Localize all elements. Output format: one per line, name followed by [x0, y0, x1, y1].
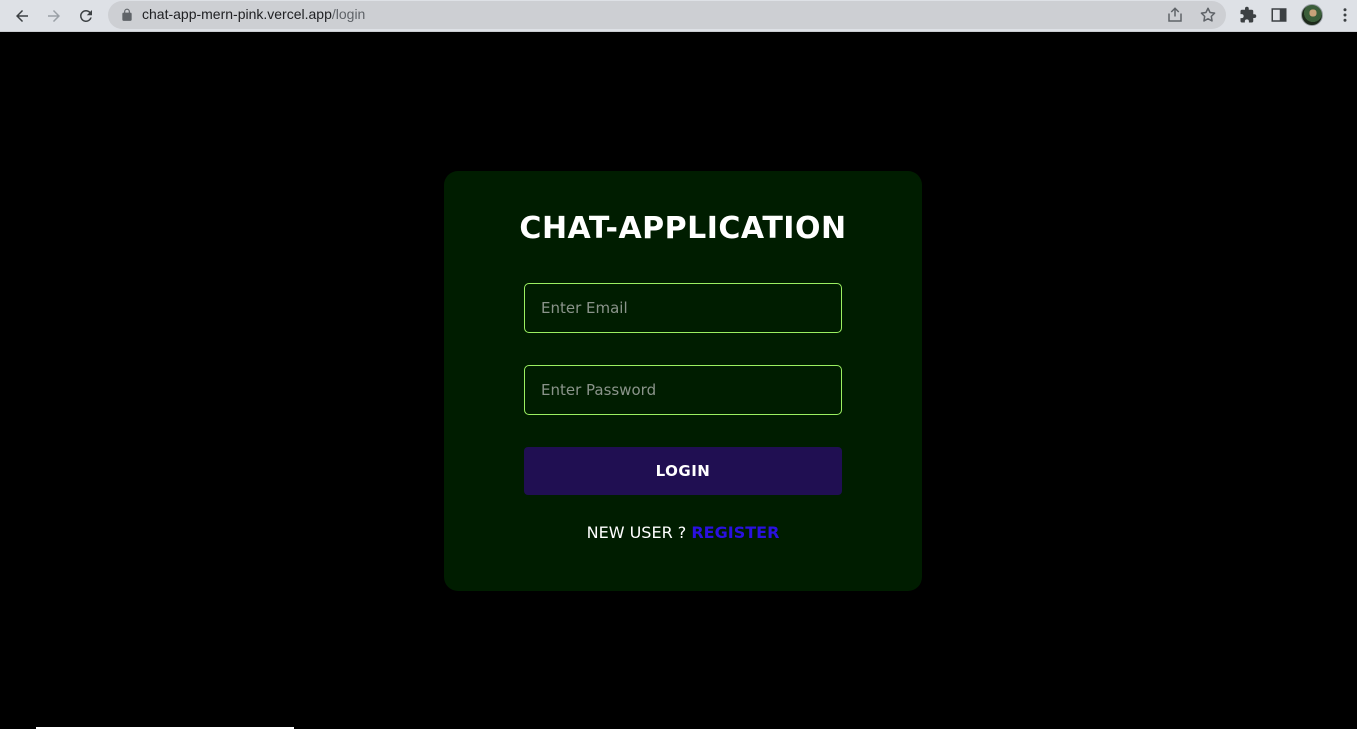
- share-icon[interactable]: [1166, 6, 1184, 24]
- reload-button[interactable]: [74, 4, 98, 28]
- back-button[interactable]: [10, 4, 34, 28]
- profile-avatar[interactable]: [1301, 4, 1323, 26]
- address-bar[interactable]: chat-app-mern-pink.vercel.app/login: [108, 1, 1226, 29]
- url-path: /login: [331, 6, 366, 22]
- side-panel-icon: [1271, 8, 1287, 22]
- extensions-button[interactable]: [1238, 5, 1258, 25]
- side-panel-button[interactable]: [1269, 5, 1289, 25]
- more-vert-icon: [1343, 8, 1347, 22]
- puzzle-icon: [1240, 6, 1257, 23]
- register-prompt: NEW USER ? REGISTER: [444, 523, 922, 542]
- browser-toolbar: chat-app-mern-pink.vercel.app/login: [0, 0, 1357, 32]
- forward-button[interactable]: [42, 4, 66, 28]
- email-input[interactable]: [524, 283, 842, 333]
- browser-menu-button[interactable]: [1335, 5, 1355, 25]
- new-user-text: NEW USER ?: [586, 523, 687, 542]
- register-link[interactable]: REGISTER: [691, 523, 779, 542]
- login-page: CHAT-APPLICATION LOGIN NEW USER ? REGIST…: [0, 33, 1357, 729]
- app-title: CHAT-APPLICATION: [519, 211, 847, 246]
- url-text: chat-app-mern-pink.vercel.app/login: [142, 6, 365, 22]
- arrow-left-icon: [16, 10, 28, 22]
- lock-icon: [122, 8, 132, 21]
- login-card: CHAT-APPLICATION LOGIN NEW USER ? REGIST…: [444, 171, 922, 591]
- password-input[interactable]: [524, 365, 842, 415]
- reload-icon: [79, 9, 92, 22]
- url-domain: chat-app-mern-pink.vercel.app: [142, 6, 332, 22]
- bookmark-star-icon[interactable]: [1199, 6, 1217, 24]
- login-button[interactable]: LOGIN: [524, 447, 842, 495]
- arrow-right-icon: [48, 10, 60, 22]
